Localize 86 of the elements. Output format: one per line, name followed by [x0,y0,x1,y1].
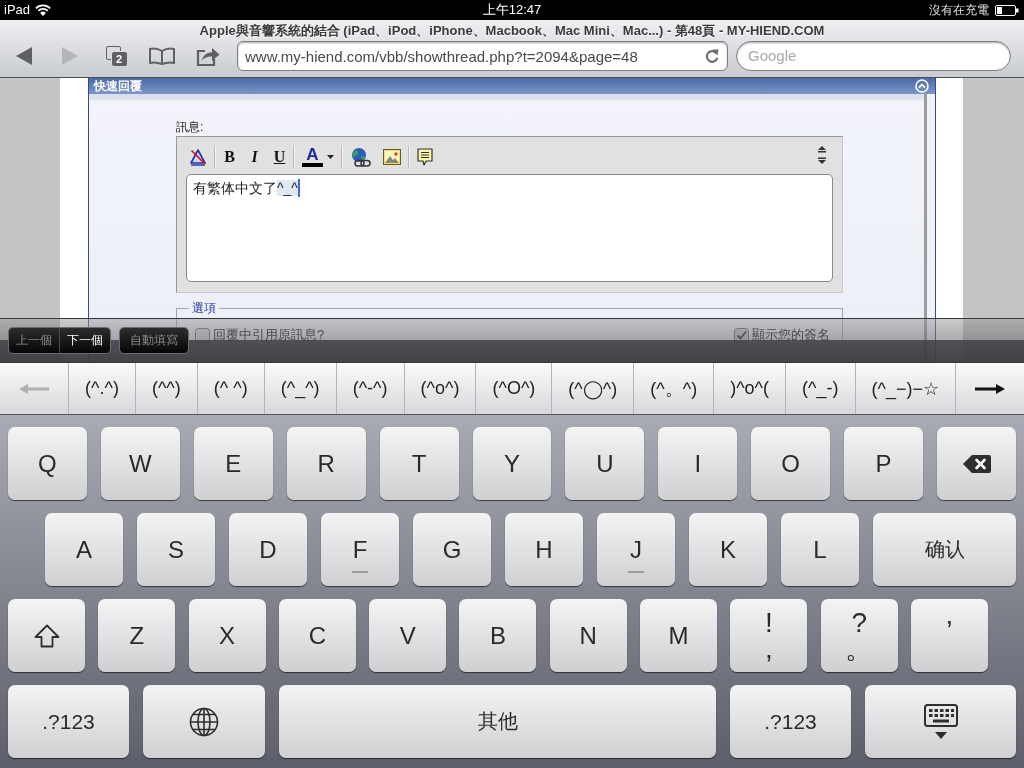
candidate-item[interactable]: (^^) [134,363,197,414]
underline-button[interactable]: U [273,147,286,167]
shift-icon [33,623,60,648]
wifi-icon [35,4,52,16]
candidate-item[interactable]: (^.^) [68,363,135,414]
letter-key[interactable]: Z [98,599,176,672]
candidate-item[interactable]: (^_-) [785,363,855,414]
letter-key[interactable]: I [658,427,738,500]
globe-link-icon[interactable] [350,147,371,167]
backspace-key[interactable] [937,427,1016,500]
battery-status: 沒有在充電 [929,2,989,19]
candidate-item[interactable]: (^。^) [633,363,714,414]
back-icon[interactable] [16,47,32,65]
share-icon[interactable] [196,46,220,66]
candidate-item[interactable]: (^O^) [475,363,552,414]
punctuation-key[interactable]: ? 。 [820,599,898,672]
letter-key[interactable]: D [229,513,307,586]
letter-key[interactable]: S [137,513,215,586]
collapse-icon[interactable] [915,79,929,93]
letter-key[interactable]: H [505,513,583,586]
hide-keyboard-key[interactable] [865,685,1016,758]
letter-key[interactable]: O [751,427,831,500]
letter-key[interactable]: A [45,513,123,586]
speech-bubble-icon[interactable] [417,148,433,166]
letter-key[interactable]: T [379,427,459,500]
keyboard-hide-icon [923,703,958,740]
clock: 上午12:47 [482,1,542,19]
battery-icon [995,4,1019,16]
letter-key[interactable]: J [597,513,675,586]
letter-key[interactable]: R [286,427,366,500]
letter-key[interactable]: F [321,513,399,586]
confirm-key[interactable]: 确认 [873,513,1016,586]
checkbox-label: 顯示您的簽名 [752,326,830,344]
caret-icon [327,155,334,159]
candidate-item[interactable]: (^_−)−☆ [854,363,956,414]
message-label: 訊息: [176,120,204,134]
picture-icon[interactable] [383,149,401,165]
message-field[interactable]: 有繁体中文了^_^ [186,174,833,282]
clear-formatting-icon[interactable] [189,148,207,166]
candidate-item[interactable]: (^o^) [403,363,476,414]
letter-key[interactable]: C [278,599,356,672]
letter-key[interactable]: X [188,599,266,672]
candidate-item[interactable]: (^-^) [335,363,404,414]
panel-title: 快速回覆 [94,79,142,93]
letter-key[interactable]: P [844,427,924,500]
letter-key[interactable]: B [459,599,537,672]
options-legend: 選項 [189,300,219,317]
text-cursor [297,179,300,197]
letter-key[interactable]: U [565,427,645,500]
apostrophe-key[interactable]: ’ [910,599,988,672]
message-text: 有繁体中文了^_^ [193,179,298,197]
candidate-item[interactable]: (^_^) [263,363,336,414]
letter-key[interactable]: K [689,513,767,586]
letter-key[interactable]: Q [8,427,87,500]
bold-button[interactable]: B [223,147,236,167]
letter-key[interactable]: V [369,599,447,672]
page-title: Apple與音響系統的結合 (iPad、iPod、iPhone、Macbook、Mac Mini、Mac...) - 第48頁 - MY-HIEND.COM [198,22,826,40]
book-icon[interactable] [149,47,175,65]
numbers-key[interactable]: .?123 [730,685,851,758]
carrier-name: iPad [4,1,31,19]
shift-key[interactable] [8,599,85,672]
checkbox-label: 回覆中引用原訊息? [213,326,325,344]
next-button[interactable]: 下一個 [60,327,111,354]
url-field[interactable]: www.my-hiend.com/vbb/showthread.php?t=2094&page=48 [237,41,728,71]
letter-key[interactable]: E [193,427,273,500]
numbers-key[interactable]: .?123 [8,685,129,758]
resize-arrows-icon[interactable] [817,146,827,164]
space-key[interactable]: 其他 [279,685,716,758]
reload-icon[interactable] [705,48,719,64]
candidate-item[interactable]: )^o^( [713,363,786,414]
letter-key[interactable]: G [413,513,491,586]
globe-key[interactable] [143,685,265,758]
backspace-icon [962,454,991,473]
color-swatch-icon [302,163,323,167]
letter-key[interactable]: W [100,427,180,500]
punctuation-key[interactable]: ! , [730,599,808,672]
candidate-item[interactable]: (^◯^) [551,363,634,414]
letter-key[interactable]: M [640,599,718,672]
letter-key[interactable]: N [549,599,627,672]
candidate-item[interactable]: (^ ^) [196,363,264,414]
right-arrow-icon[interactable] [975,383,1006,394]
letter-key[interactable]: Y [472,427,552,500]
font-color-button[interactable]: A [302,147,334,167]
letter-key[interactable]: L [781,513,859,586]
globe-icon [189,706,219,737]
italic-button[interactable]: I [248,147,261,167]
